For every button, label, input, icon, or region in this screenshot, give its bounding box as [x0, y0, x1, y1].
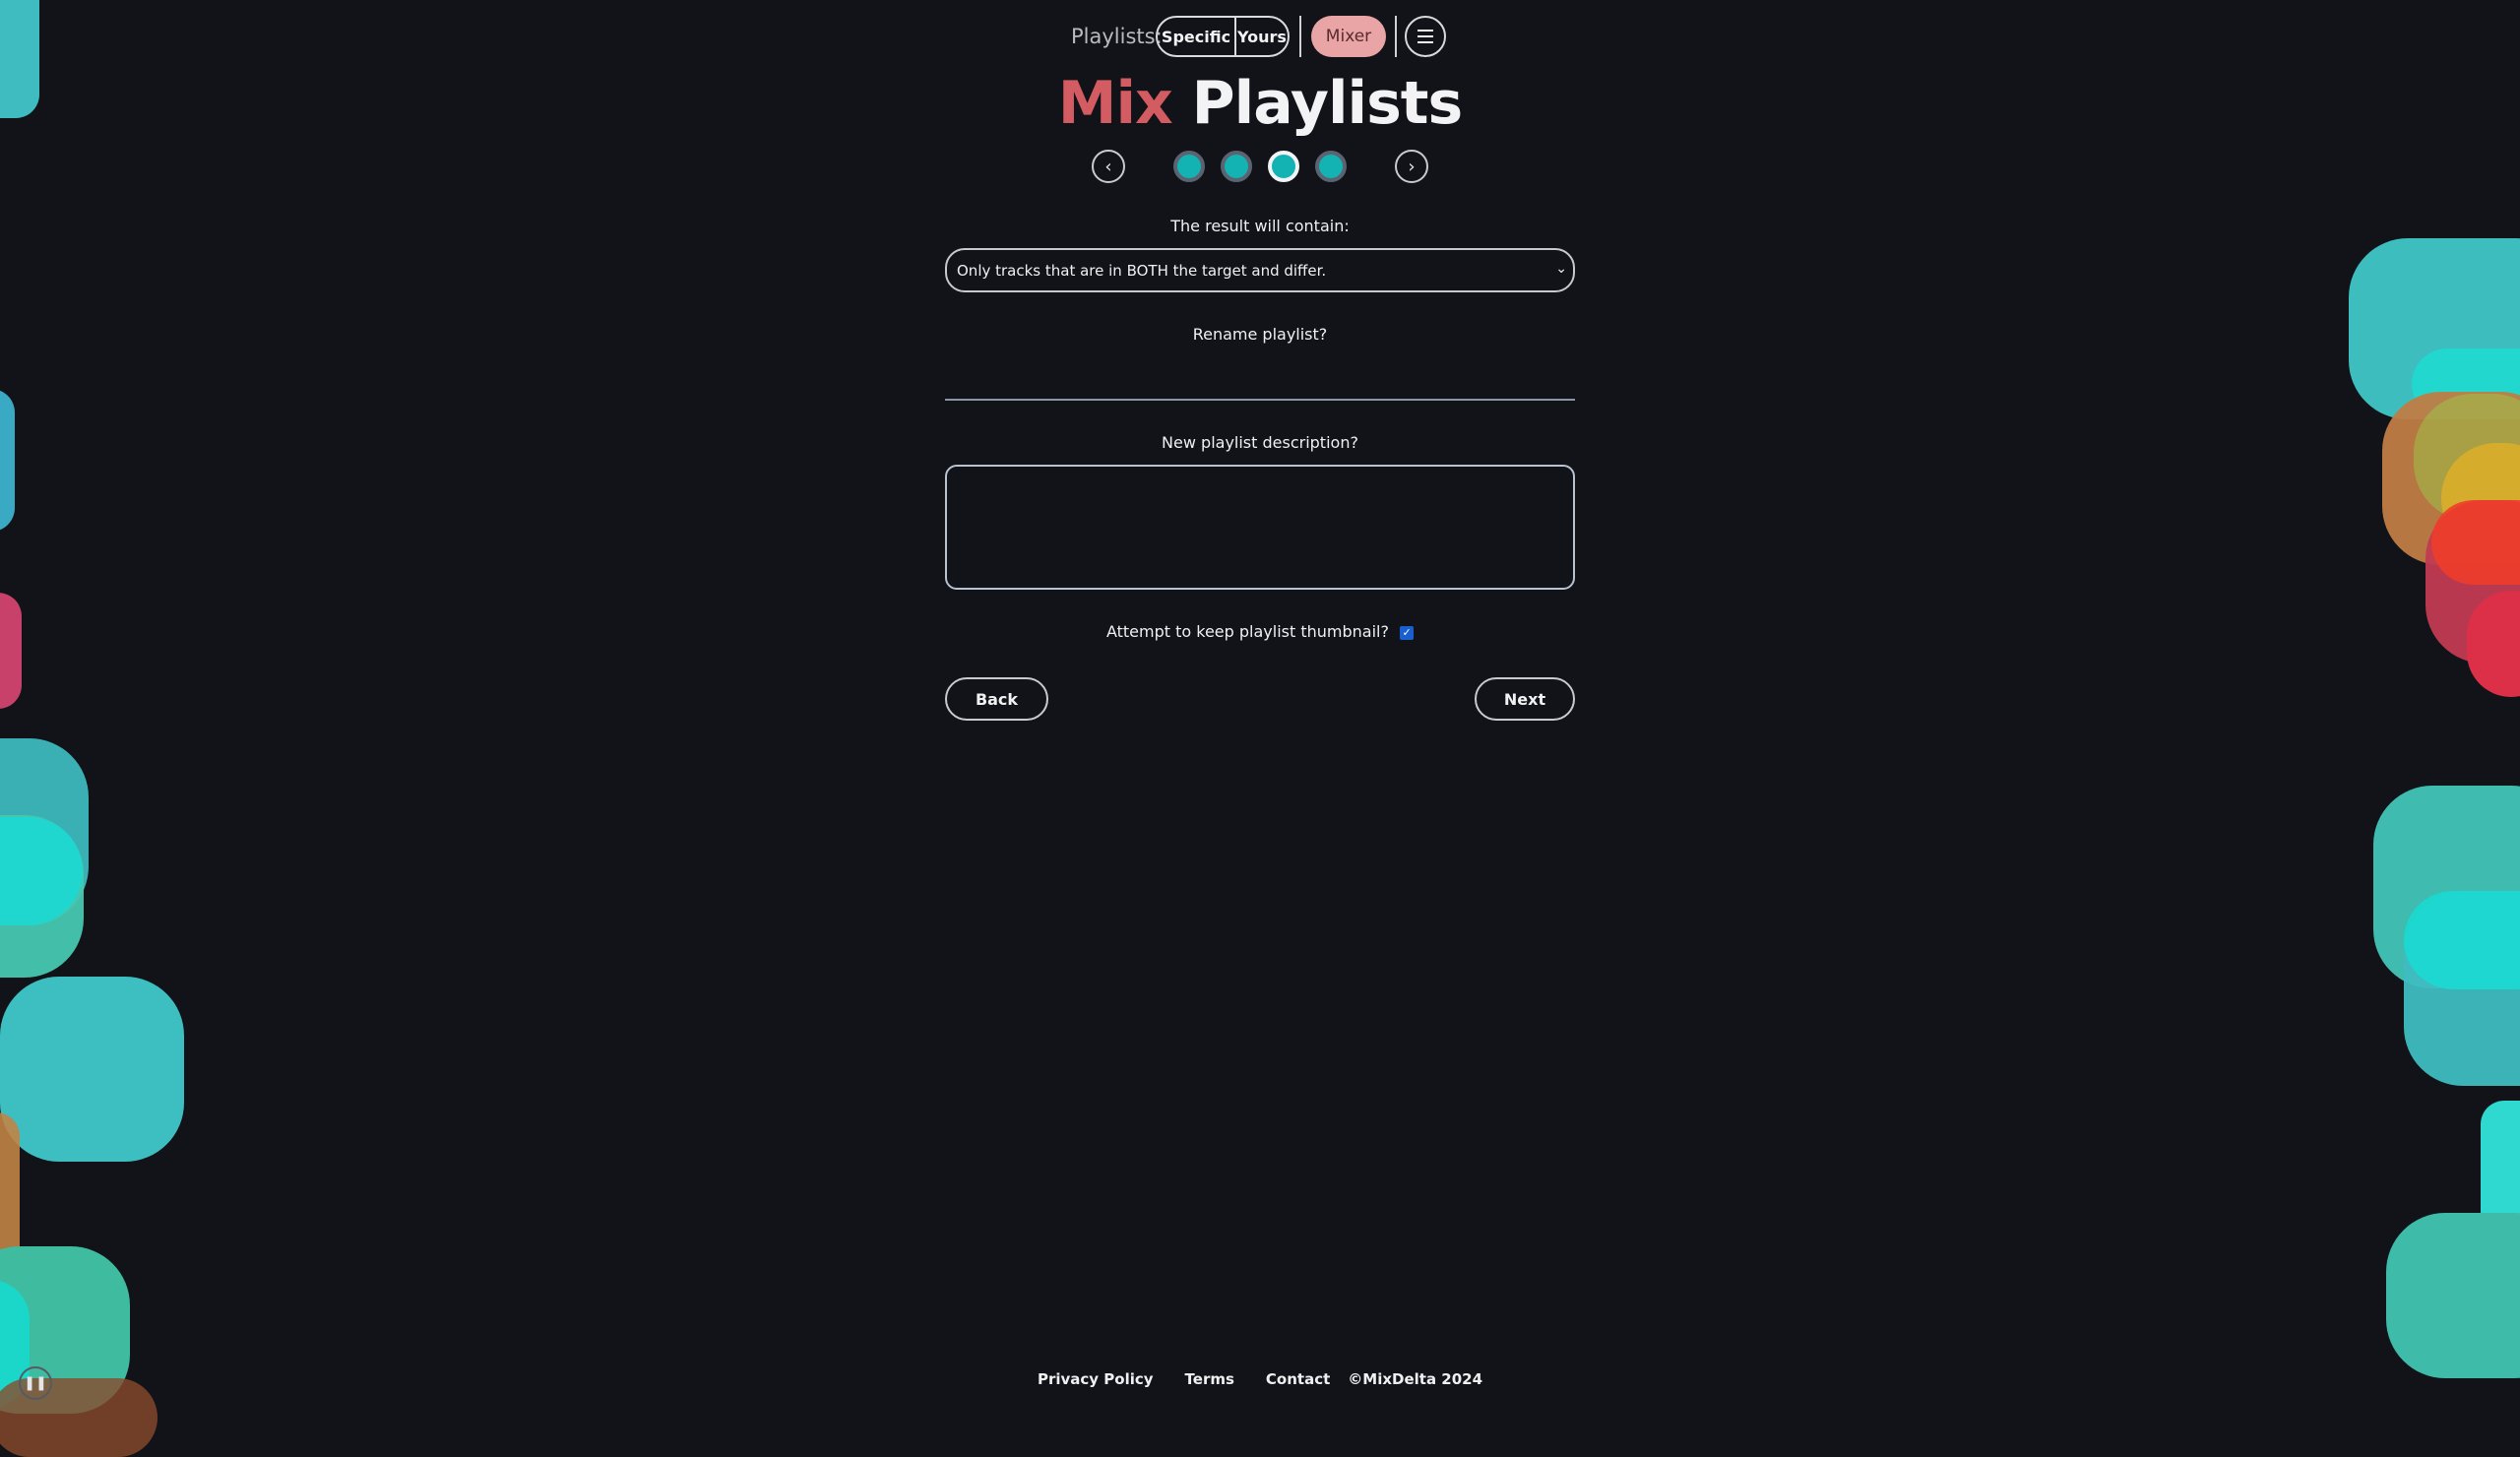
page-title-rest: Playlists	[1191, 69, 1464, 138]
next-button[interactable]: Next	[1475, 677, 1575, 721]
chevron-left-icon[interactable]: ‹	[1092, 150, 1125, 183]
nav-divider	[1395, 16, 1397, 57]
thumbnail-label: Attempt to keep playlist thumbnail?	[1105, 622, 1389, 641]
copyright-text: ©MixDelta 2024	[1348, 1370, 1483, 1388]
hamburger-menu-icon[interactable]	[1405, 16, 1446, 57]
thumbnail-row: Attempt to keep playlist thumbnail? ✓	[0, 622, 2520, 641]
chevron-down-icon: ⌄	[1555, 261, 1567, 277]
pause-icon[interactable]: ❚❚	[19, 1366, 52, 1400]
yours-button[interactable]: Yours	[1236, 18, 1288, 55]
playlist-mode-toggle: Specific Yours	[1156, 16, 1290, 57]
step-dot-3[interactable]	[1268, 151, 1299, 182]
contact-link[interactable]: Contact	[1266, 1370, 1330, 1388]
nav-divider	[1299, 16, 1301, 57]
step-dot-1[interactable]	[1173, 151, 1205, 182]
footer: Privacy Policy Terms Contact ©MixDelta 2…	[0, 1370, 2520, 1388]
mixer-button[interactable]: Mixer	[1311, 16, 1386, 57]
description-textarea[interactable]	[945, 465, 1575, 590]
terms-link[interactable]: Terms	[1185, 1370, 1234, 1388]
top-nav: Playlists: Specific Yours Mixer	[0, 15, 2520, 60]
result-select-value: Only tracks that are in BOTH the target …	[957, 261, 1327, 280]
step-dot-2[interactable]	[1221, 151, 1252, 182]
rename-input[interactable]	[945, 356, 1575, 401]
chevron-right-icon[interactable]: ›	[1395, 150, 1428, 183]
page-title-accent: Mix	[1057, 69, 1173, 138]
result-label: The result will contain:	[1170, 217, 1350, 235]
step-indicator: ‹ ›	[0, 150, 2520, 185]
description-label: New playlist description?	[1162, 433, 1358, 452]
page-title: Mix Playlists	[0, 69, 2520, 138]
specific-button[interactable]: Specific	[1158, 18, 1236, 55]
thumbnail-checkbox[interactable]: ✓	[1400, 625, 1415, 640]
rename-label: Rename playlist?	[1192, 325, 1328, 344]
playlists-nav-label: Playlists:	[1071, 25, 1163, 48]
back-button[interactable]: Back	[945, 677, 1048, 721]
result-select[interactable]: Only tracks that are in BOTH the target …	[945, 248, 1575, 292]
step-dot-4[interactable]	[1315, 151, 1347, 182]
privacy-policy-link[interactable]: Privacy Policy	[1038, 1370, 1154, 1388]
